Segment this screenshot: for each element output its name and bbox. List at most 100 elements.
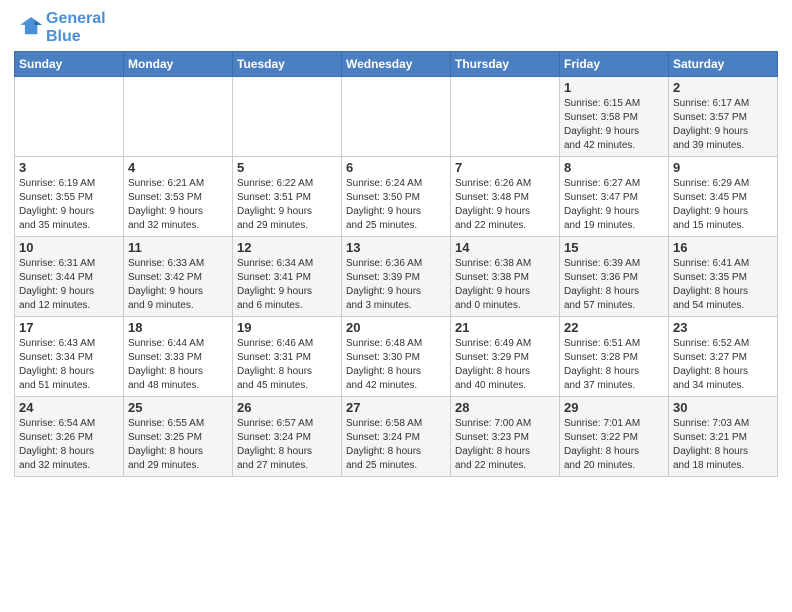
calendar-cell: 17 Sunrise: 6:43 AM Sunset: 3:34 PM Dayli… bbox=[15, 317, 124, 397]
day-number: 15 bbox=[564, 240, 664, 255]
logo: General Blue bbox=[14, 10, 106, 45]
calendar-cell bbox=[342, 77, 451, 157]
day-info: Sunrise: 6:48 AM Sunset: 3:30 PM Dayligh… bbox=[346, 337, 446, 393]
day-number: 26 bbox=[237, 400, 337, 415]
day-info: Sunrise: 6:46 AM Sunset: 3:31 PM Dayligh… bbox=[237, 337, 337, 393]
day-info: Sunrise: 6:24 AM Sunset: 3:50 PM Dayligh… bbox=[346, 177, 446, 233]
day-number: 2 bbox=[673, 80, 773, 95]
day-number: 3 bbox=[19, 160, 119, 175]
day-number: 21 bbox=[455, 320, 555, 335]
day-number: 5 bbox=[237, 160, 337, 175]
day-info: Sunrise: 6:34 AM Sunset: 3:41 PM Dayligh… bbox=[237, 257, 337, 313]
day-info: Sunrise: 6:26 AM Sunset: 3:48 PM Dayligh… bbox=[455, 177, 555, 233]
calendar-cell: 10Sunrise: 6:31 AM Sunset: 3:44 PM Dayli… bbox=[15, 237, 124, 317]
day-info: Sunrise: 6:39 AM Sunset: 3:36 PM Dayligh… bbox=[564, 257, 664, 313]
calendar-cell: 6Sunrise: 6:24 AM Sunset: 3:50 PM Daylig… bbox=[342, 157, 451, 237]
day-number: 18 bbox=[128, 320, 228, 335]
day-info: Sunrise: 6:49 AM Sunset: 3:29 PM Dayligh… bbox=[455, 337, 555, 393]
day-number: 16 bbox=[673, 240, 773, 255]
calendar-cell: 18 Sunrise: 6:44 AM Sunset: 3:33 PM Dayli… bbox=[124, 317, 233, 397]
day-info: Sunrise: 6:55 AM Sunset: 3:25 PM Dayligh… bbox=[128, 417, 228, 473]
calendar-cell: 25 Sunrise: 6:55 AM Sunset: 3:25 PM Dayli… bbox=[124, 397, 233, 477]
day-number: 9 bbox=[673, 160, 773, 175]
day-info: Sunrise: 6:15 AM Sunset: 3:58 PM Dayligh… bbox=[564, 97, 664, 153]
weekday-header-tuesday: Tuesday bbox=[233, 52, 342, 77]
weekday-header-row: SundayMondayTuesdayWednesdayThursdayFrid… bbox=[15, 52, 778, 77]
day-number: 1 bbox=[564, 80, 664, 95]
logo-icon bbox=[14, 14, 42, 42]
day-info: Sunrise: 6:21 AM Sunset: 3:53 PM Dayligh… bbox=[128, 177, 228, 233]
day-number: 27 bbox=[346, 400, 446, 415]
weekday-header-monday: Monday bbox=[124, 52, 233, 77]
day-number: 4 bbox=[128, 160, 228, 175]
day-info: Sunrise: 6:52 AM Sunset: 3:27 PM Dayligh… bbox=[673, 337, 773, 393]
calendar-cell: 2 Sunrise: 6:17 AM Sunset: 3:57 PM Daylig… bbox=[669, 77, 778, 157]
day-number: 28 bbox=[455, 400, 555, 415]
day-info: Sunrise: 7:01 AM Sunset: 3:22 PM Dayligh… bbox=[564, 417, 664, 473]
day-number: 11 bbox=[128, 240, 228, 255]
day-info: Sunrise: 6:57 AM Sunset: 3:24 PM Dayligh… bbox=[237, 417, 337, 473]
calendar-cell: 15 Sunrise: 6:39 AM Sunset: 3:36 PM Dayli… bbox=[560, 237, 669, 317]
calendar-cell bbox=[233, 77, 342, 157]
weekday-header-wednesday: Wednesday bbox=[342, 52, 451, 77]
day-info: Sunrise: 6:22 AM Sunset: 3:51 PM Dayligh… bbox=[237, 177, 337, 233]
day-number: 23 bbox=[673, 320, 773, 335]
weekday-header-friday: Friday bbox=[560, 52, 669, 77]
day-number: 7 bbox=[455, 160, 555, 175]
calendar-cell: 21 Sunrise: 6:49 AM Sunset: 3:29 PM Dayli… bbox=[451, 317, 560, 397]
calendar-cell: 23 Sunrise: 6:52 AM Sunset: 3:27 PM Dayli… bbox=[669, 317, 778, 397]
weekday-header-thursday: Thursday bbox=[451, 52, 560, 77]
day-info: Sunrise: 7:00 AM Sunset: 3:23 PM Dayligh… bbox=[455, 417, 555, 473]
calendar-cell: 4 Sunrise: 6:21 AM Sunset: 3:53 PM Daylig… bbox=[124, 157, 233, 237]
day-info: Sunrise: 6:44 AM Sunset: 3:33 PM Dayligh… bbox=[128, 337, 228, 393]
calendar-week-row: 3 Sunrise: 6:19 AM Sunset: 3:55 PM Daylig… bbox=[15, 157, 778, 237]
calendar-week-row: 1 Sunrise: 6:15 AM Sunset: 3:58 PM Daylig… bbox=[15, 77, 778, 157]
calendar-cell: 13 Sunrise: 6:36 AM Sunset: 3:39 PM Dayli… bbox=[342, 237, 451, 317]
day-info: Sunrise: 6:51 AM Sunset: 3:28 PM Dayligh… bbox=[564, 337, 664, 393]
day-info: Sunrise: 6:38 AM Sunset: 3:38 PM Dayligh… bbox=[455, 257, 555, 313]
calendar-cell: 8 Sunrise: 6:27 AM Sunset: 3:47 PM Daylig… bbox=[560, 157, 669, 237]
day-info: Sunrise: 6:33 AM Sunset: 3:42 PM Dayligh… bbox=[128, 257, 228, 313]
day-info: Sunrise: 6:19 AM Sunset: 3:55 PM Dayligh… bbox=[19, 177, 119, 233]
day-info: Sunrise: 6:54 AM Sunset: 3:26 PM Dayligh… bbox=[19, 417, 119, 473]
calendar-cell: 11 Sunrise: 6:33 AM Sunset: 3:42 PM Dayli… bbox=[124, 237, 233, 317]
day-info: Sunrise: 6:41 AM Sunset: 3:35 PM Dayligh… bbox=[673, 257, 773, 313]
calendar-cell: 19 Sunrise: 6:46 AM Sunset: 3:31 PM Dayli… bbox=[233, 317, 342, 397]
day-number: 20 bbox=[346, 320, 446, 335]
calendar-cell bbox=[124, 77, 233, 157]
day-number: 17 bbox=[19, 320, 119, 335]
calendar-week-row: 24 Sunrise: 6:54 AM Sunset: 3:26 PM Dayli… bbox=[15, 397, 778, 477]
day-info: Sunrise: 6:31 AM Sunset: 3:44 PM Dayligh… bbox=[19, 257, 119, 313]
header: General Blue bbox=[14, 10, 778, 45]
calendar-cell bbox=[15, 77, 124, 157]
day-info: Sunrise: 6:43 AM Sunset: 3:34 PM Dayligh… bbox=[19, 337, 119, 393]
day-number: 8 bbox=[564, 160, 664, 175]
weekday-header-sunday: Sunday bbox=[15, 52, 124, 77]
day-info: Sunrise: 7:03 AM Sunset: 3:21 PM Dayligh… bbox=[673, 417, 773, 473]
calendar-cell: 22Sunrise: 6:51 AM Sunset: 3:28 PM Dayli… bbox=[560, 317, 669, 397]
calendar-cell: 14Sunrise: 6:38 AM Sunset: 3:38 PM Dayli… bbox=[451, 237, 560, 317]
day-info: Sunrise: 6:17 AM Sunset: 3:57 PM Dayligh… bbox=[673, 97, 773, 153]
day-number: 12 bbox=[237, 240, 337, 255]
weekday-header-saturday: Saturday bbox=[669, 52, 778, 77]
calendar-cell: 12 Sunrise: 6:34 AM Sunset: 3:41 PM Dayli… bbox=[233, 237, 342, 317]
day-number: 25 bbox=[128, 400, 228, 415]
calendar-cell: 9Sunrise: 6:29 AM Sunset: 3:45 PM Daylig… bbox=[669, 157, 778, 237]
calendar-cell: 28 Sunrise: 7:00 AM Sunset: 3:23 PM Dayli… bbox=[451, 397, 560, 477]
calendar-container: General Blue SundayMondayTuesdayWednesda… bbox=[0, 0, 792, 487]
day-number: 29 bbox=[564, 400, 664, 415]
day-number: 30 bbox=[673, 400, 773, 415]
calendar-cell bbox=[451, 77, 560, 157]
day-number: 24 bbox=[19, 400, 119, 415]
calendar-table: SundayMondayTuesdayWednesdayThursdayFrid… bbox=[14, 51, 778, 477]
day-number: 13 bbox=[346, 240, 446, 255]
calendar-cell: 5 Sunrise: 6:22 AM Sunset: 3:51 PM Daylig… bbox=[233, 157, 342, 237]
day-info: Sunrise: 6:58 AM Sunset: 3:24 PM Dayligh… bbox=[346, 417, 446, 473]
calendar-cell: 27 Sunrise: 6:58 AM Sunset: 3:24 PM Dayli… bbox=[342, 397, 451, 477]
day-number: 19 bbox=[237, 320, 337, 335]
day-info: Sunrise: 6:27 AM Sunset: 3:47 PM Dayligh… bbox=[564, 177, 664, 233]
day-info: Sunrise: 6:36 AM Sunset: 3:39 PM Dayligh… bbox=[346, 257, 446, 313]
calendar-cell: 16 Sunrise: 6:41 AM Sunset: 3:35 PM Dayli… bbox=[669, 237, 778, 317]
calendar-cell: 3 Sunrise: 6:19 AM Sunset: 3:55 PM Daylig… bbox=[15, 157, 124, 237]
calendar-cell: 29 Sunrise: 7:01 AM Sunset: 3:22 PM Dayli… bbox=[560, 397, 669, 477]
